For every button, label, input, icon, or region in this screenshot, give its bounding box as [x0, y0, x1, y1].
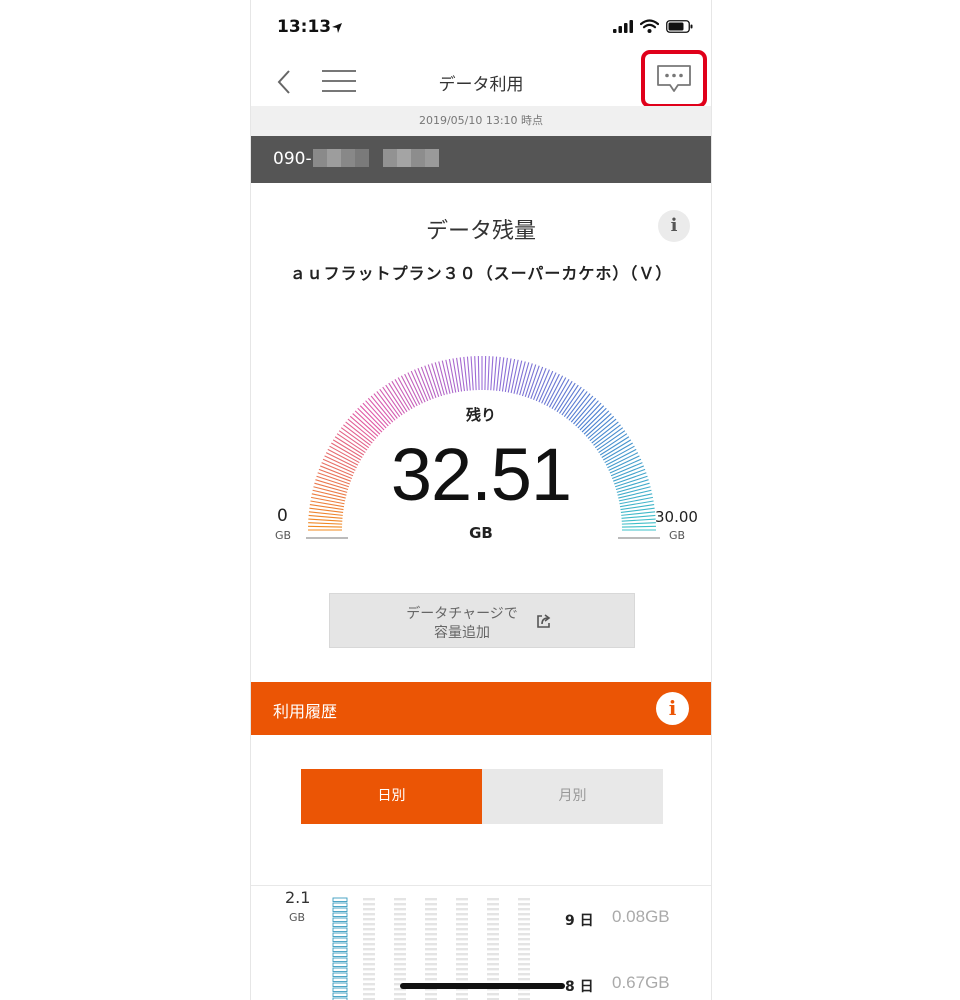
tab-monthly[interactable]: 月別: [482, 769, 663, 824]
gauge-min-value: 0: [277, 506, 288, 526]
gauge-tick: [484, 356, 487, 391]
remaining-value: 32.51: [390, 433, 572, 516]
remaining-gauge: [306, 356, 660, 539]
day-label: 9 日: [565, 913, 594, 929]
data-charge-label-2: 容量追加: [434, 625, 490, 641]
gauge-tick: [414, 369, 429, 402]
day-usage: 0.08GB: [612, 907, 670, 926]
gauge-tick: [533, 368, 547, 401]
hamburger-menu-icon: [322, 70, 356, 92]
gauge-tick: [445, 359, 454, 394]
gauge-tick: [470, 356, 474, 391]
info-icon: i: [670, 215, 678, 236]
external-link-icon: [537, 614, 551, 628]
info-icon: i: [668, 696, 677, 720]
data-charge-label-1: データチャージで: [406, 606, 518, 622]
chart-max-value: 2.1: [285, 888, 311, 907]
phone-number: 090-: [273, 149, 312, 169]
status-bar: 13:13: [251, 0, 711, 56]
phone-screen: 13:13 データ利用 2019/05/10 13:10 時点 090- データ…: [250, 0, 712, 1000]
cellular-signal-icon: [613, 19, 633, 33]
gauge-tick: [535, 369, 550, 402]
history-title: 利用履歴: [273, 702, 338, 721]
timestamp-bar: 2019/05/10 13:10 時点: [251, 106, 711, 136]
phone-number-bar: 090-: [251, 136, 711, 183]
menu-button[interactable]: [321, 68, 357, 94]
back-button[interactable]: [273, 64, 299, 100]
gauge-tick: [507, 358, 516, 393]
gauge-tick: [490, 356, 494, 391]
remaining-label: 残り: [465, 406, 496, 424]
remaining-unit: GB: [469, 524, 493, 542]
divider: [251, 885, 711, 886]
day-label: 8 日: [565, 979, 594, 995]
remaining-info-button[interactable]: i: [658, 210, 690, 242]
plan-name: ａｕフラットプラン３０（スーパーカケホ）（Ｖ）: [289, 264, 673, 283]
gauge-min-unit: GB: [275, 529, 292, 542]
redacted-number-mosaic: [313, 149, 439, 167]
gauge-tick: [417, 368, 431, 401]
gauge-tick: [466, 356, 471, 391]
gauge-tick: [621, 518, 656, 522]
gauge-tick: [487, 356, 490, 391]
home-indicator: [400, 983, 565, 989]
gauge-tick: [474, 356, 477, 391]
gauge-max-unit: GB: [669, 529, 686, 542]
gauge-tick: [510, 359, 519, 394]
history-info-button[interactable]: i: [656, 692, 689, 725]
gauge-tick: [463, 356, 468, 391]
today-usage-bar: [332, 897, 348, 1000]
chart-max-unit: GB: [289, 911, 306, 924]
gauge-tick: [493, 356, 498, 391]
status-time: 13:13: [277, 17, 332, 37]
battery-icon: [666, 19, 693, 33]
gauge-tick: [308, 518, 343, 522]
day-usage: 0.67GB: [612, 973, 670, 992]
chat-button[interactable]: [641, 50, 707, 108]
wifi-icon: [640, 19, 659, 33]
empty-day-column: [363, 898, 375, 1000]
nav-bar: データ利用: [251, 50, 711, 108]
tab-daily[interactable]: 日別: [301, 769, 482, 824]
gauge-tick: [496, 356, 501, 391]
gauge-tick: [448, 358, 457, 393]
gauge-max-value: 30.00: [655, 508, 698, 526]
location-arrow-icon: [332, 23, 342, 33]
gauge-tick: [477, 356, 480, 391]
history-header: 利用履歴 i: [251, 682, 711, 735]
chevron-left-icon: [277, 70, 290, 94]
remaining-title: データ残量: [425, 219, 536, 244]
data-charge-button[interactable]: データチャージで 容量追加: [329, 593, 635, 648]
chat-bubble-icon: [657, 65, 691, 92]
